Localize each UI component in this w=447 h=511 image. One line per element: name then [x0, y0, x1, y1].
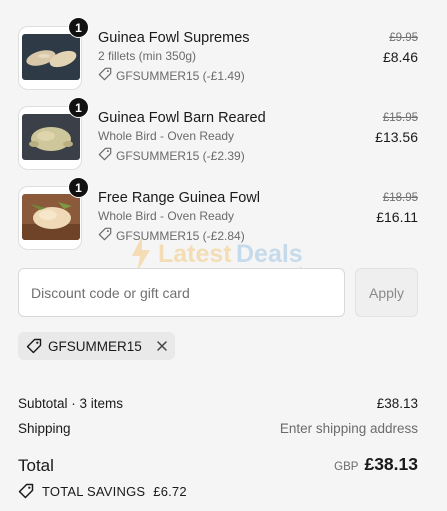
item-discount: GFSUMMER15 (-£2.84)	[98, 227, 245, 244]
quantity-badge: 1	[68, 177, 89, 198]
discount-code-input[interactable]	[18, 268, 345, 317]
original-price: £15.95	[382, 112, 418, 124]
line-item: 1 Free Range Guinea Fowl Whole Bird - Ov…	[18, 177, 418, 256]
item-variant: Whole Bird - Oven Ready	[98, 129, 235, 143]
product-image	[22, 34, 80, 80]
apply-button[interactable]: Apply	[355, 268, 418, 317]
applied-code: GFSUMMER15	[48, 338, 142, 354]
item-name: Guinea Fowl Supremes	[98, 30, 250, 46]
total-currency: GBP	[334, 461, 359, 473]
subtotal-row: Subtotal · 3 items £38.13	[18, 396, 418, 411]
original-price: £18.95	[382, 192, 418, 204]
discount-text: GFSUMMER15 (-£1.49)	[116, 68, 245, 83]
total-value: £38.13	[364, 454, 418, 474]
total-label: Total	[18, 456, 54, 475]
item-discount: GFSUMMER15 (-£1.49)	[98, 67, 245, 84]
subtotal-label: Subtotal · 3 items	[18, 396, 124, 411]
shipping-value: Enter shipping address	[279, 421, 418, 436]
item-discount: GFSUMMER15 (-£2.39)	[98, 147, 245, 164]
discounted-price: £16.11	[376, 209, 418, 225]
savings-label: TOTAL SAVINGS	[42, 483, 146, 499]
discounted-price: £8.46	[382, 49, 418, 65]
tag-icon	[98, 227, 112, 244]
product-thumbnail: 1	[18, 97, 89, 170]
product-thumbnail: 1	[18, 17, 89, 90]
tag-icon	[98, 147, 112, 164]
total-savings: TOTAL SAVINGS £6.72	[18, 483, 187, 499]
subtotal-value: £38.13	[376, 396, 418, 411]
savings-tag-icon	[18, 483, 34, 499]
product-thumbnail: 1	[18, 177, 89, 250]
total-amount: GBP £38.13	[334, 454, 418, 475]
tag-icon	[98, 67, 112, 84]
line-item: 1 Guinea Fowl Supremes 2 fillets (min 35…	[18, 17, 418, 96]
discount-text: GFSUMMER15 (-£2.39)	[116, 148, 245, 163]
item-name: Guinea Fowl Barn Reared	[98, 110, 266, 126]
discount-text: GFSUMMER15 (-£2.84)	[116, 228, 245, 243]
item-variant: Whole Bird - Oven Ready	[98, 209, 235, 223]
tag-icon	[26, 338, 42, 354]
quantity-badge: 1	[68, 17, 89, 38]
product-image	[22, 194, 80, 240]
item-name: Free Range Guinea Fowl	[98, 190, 260, 206]
shipping-row: Shipping Enter shipping address	[18, 421, 418, 436]
original-price: £9.95	[389, 32, 418, 44]
applied-discount-chip: GFSUMMER15	[18, 332, 175, 360]
product-image	[22, 114, 80, 160]
discounted-price: £13.56	[375, 129, 418, 145]
shipping-label: Shipping	[18, 421, 71, 436]
line-item: 1 Guinea Fowl Barn Reared Whole Bird - O…	[18, 97, 418, 176]
savings-value: £6.72	[153, 483, 187, 499]
close-icon[interactable]	[156, 340, 168, 352]
quantity-badge: 1	[68, 97, 89, 118]
item-variant: 2 fillets (min 350g)	[98, 49, 197, 63]
